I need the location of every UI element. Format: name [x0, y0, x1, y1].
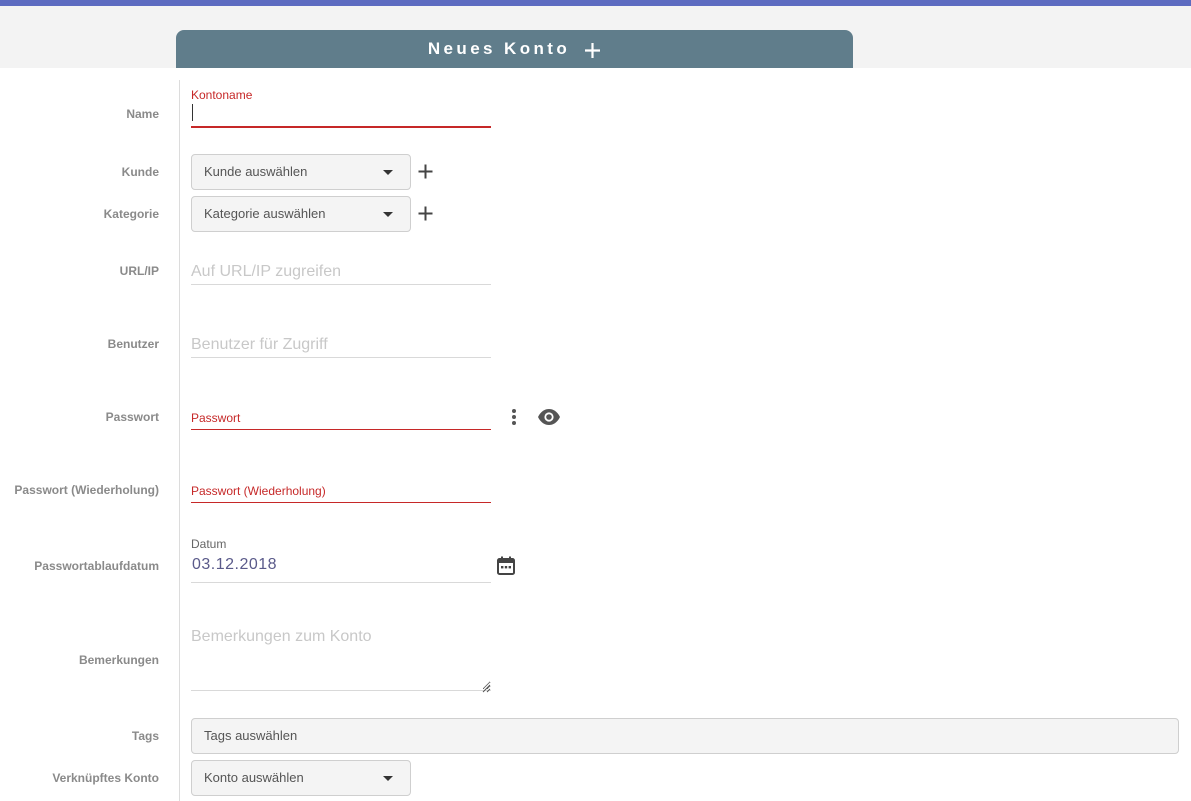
benutzer-input[interactable]: Benutzer für Zugriff — [191, 336, 328, 354]
kategorie-select[interactable]: Kategorie auswählen — [191, 196, 411, 232]
chevron-down-icon — [383, 776, 393, 781]
kunde-select[interactable]: Kunde auswählen — [191, 154, 411, 190]
kontoname-underline — [191, 126, 491, 128]
label-url: URL/IP — [119, 264, 159, 278]
label-name: Name — [126, 107, 159, 121]
bemerkungen-textarea[interactable] — [191, 628, 491, 691]
datum-underline — [191, 582, 491, 583]
passwort-wiederholung-underline — [191, 502, 491, 503]
add-kategorie-plus-icon[interactable] — [417, 205, 434, 222]
label-passwortablaufdatum: Passwortablaufdatum — [34, 559, 159, 573]
datum-floating-label: Datum — [191, 537, 227, 551]
label-verknuepftes-konto: Verknüpftes Konto — [52, 771, 159, 785]
label-kategorie: Kategorie — [103, 207, 159, 221]
kunde-select-value: Kunde auswählen — [204, 164, 308, 179]
new-account-tab[interactable]: Neues Konto — [176, 30, 853, 68]
konto-select-value: Konto auswählen — [204, 770, 304, 785]
more-vertical-icon[interactable] — [508, 408, 520, 431]
benutzer-underline — [191, 357, 491, 358]
tags-select-value: Tags auswählen — [204, 728, 298, 743]
eye-icon[interactable] — [537, 408, 561, 431]
url-underline — [191, 284, 491, 285]
plus-icon[interactable] — [584, 42, 601, 59]
label-benutzer: Benutzer — [107, 337, 159, 351]
label-passwort-wiederholung: Passwort (Wiederholung) — [14, 483, 159, 497]
add-kunde-plus-icon[interactable] — [417, 163, 434, 180]
tags-select[interactable]: Tags auswählen — [191, 718, 1179, 754]
datum-input[interactable]: 03.12.2018 — [192, 556, 277, 574]
passwort-input[interactable]: Passwort — [191, 411, 240, 425]
label-bemerkungen: Bemerkungen — [78, 653, 159, 667]
label-passwort: Passwort — [105, 410, 159, 424]
chevron-down-icon — [383, 170, 393, 175]
label-tags: Tags — [131, 729, 159, 743]
passwort-wiederholung-input[interactable]: Passwort (Wiederholung) — [191, 484, 326, 498]
form-divider — [179, 80, 180, 801]
resize-handle-icon[interactable] — [481, 680, 491, 693]
calendar-icon[interactable] — [496, 556, 516, 581]
url-input[interactable]: Auf URL/IP zugreifen — [191, 263, 341, 281]
kategorie-select-value: Kategorie auswählen — [204, 206, 326, 221]
label-kunde: Kunde — [121, 165, 159, 179]
kontoname-input[interactable] — [191, 100, 491, 126]
chevron-down-icon — [383, 212, 393, 217]
konto-select[interactable]: Konto auswählen — [191, 760, 411, 796]
tab-title: Neues Konto — [427, 39, 571, 58]
passwort-underline — [191, 429, 491, 430]
